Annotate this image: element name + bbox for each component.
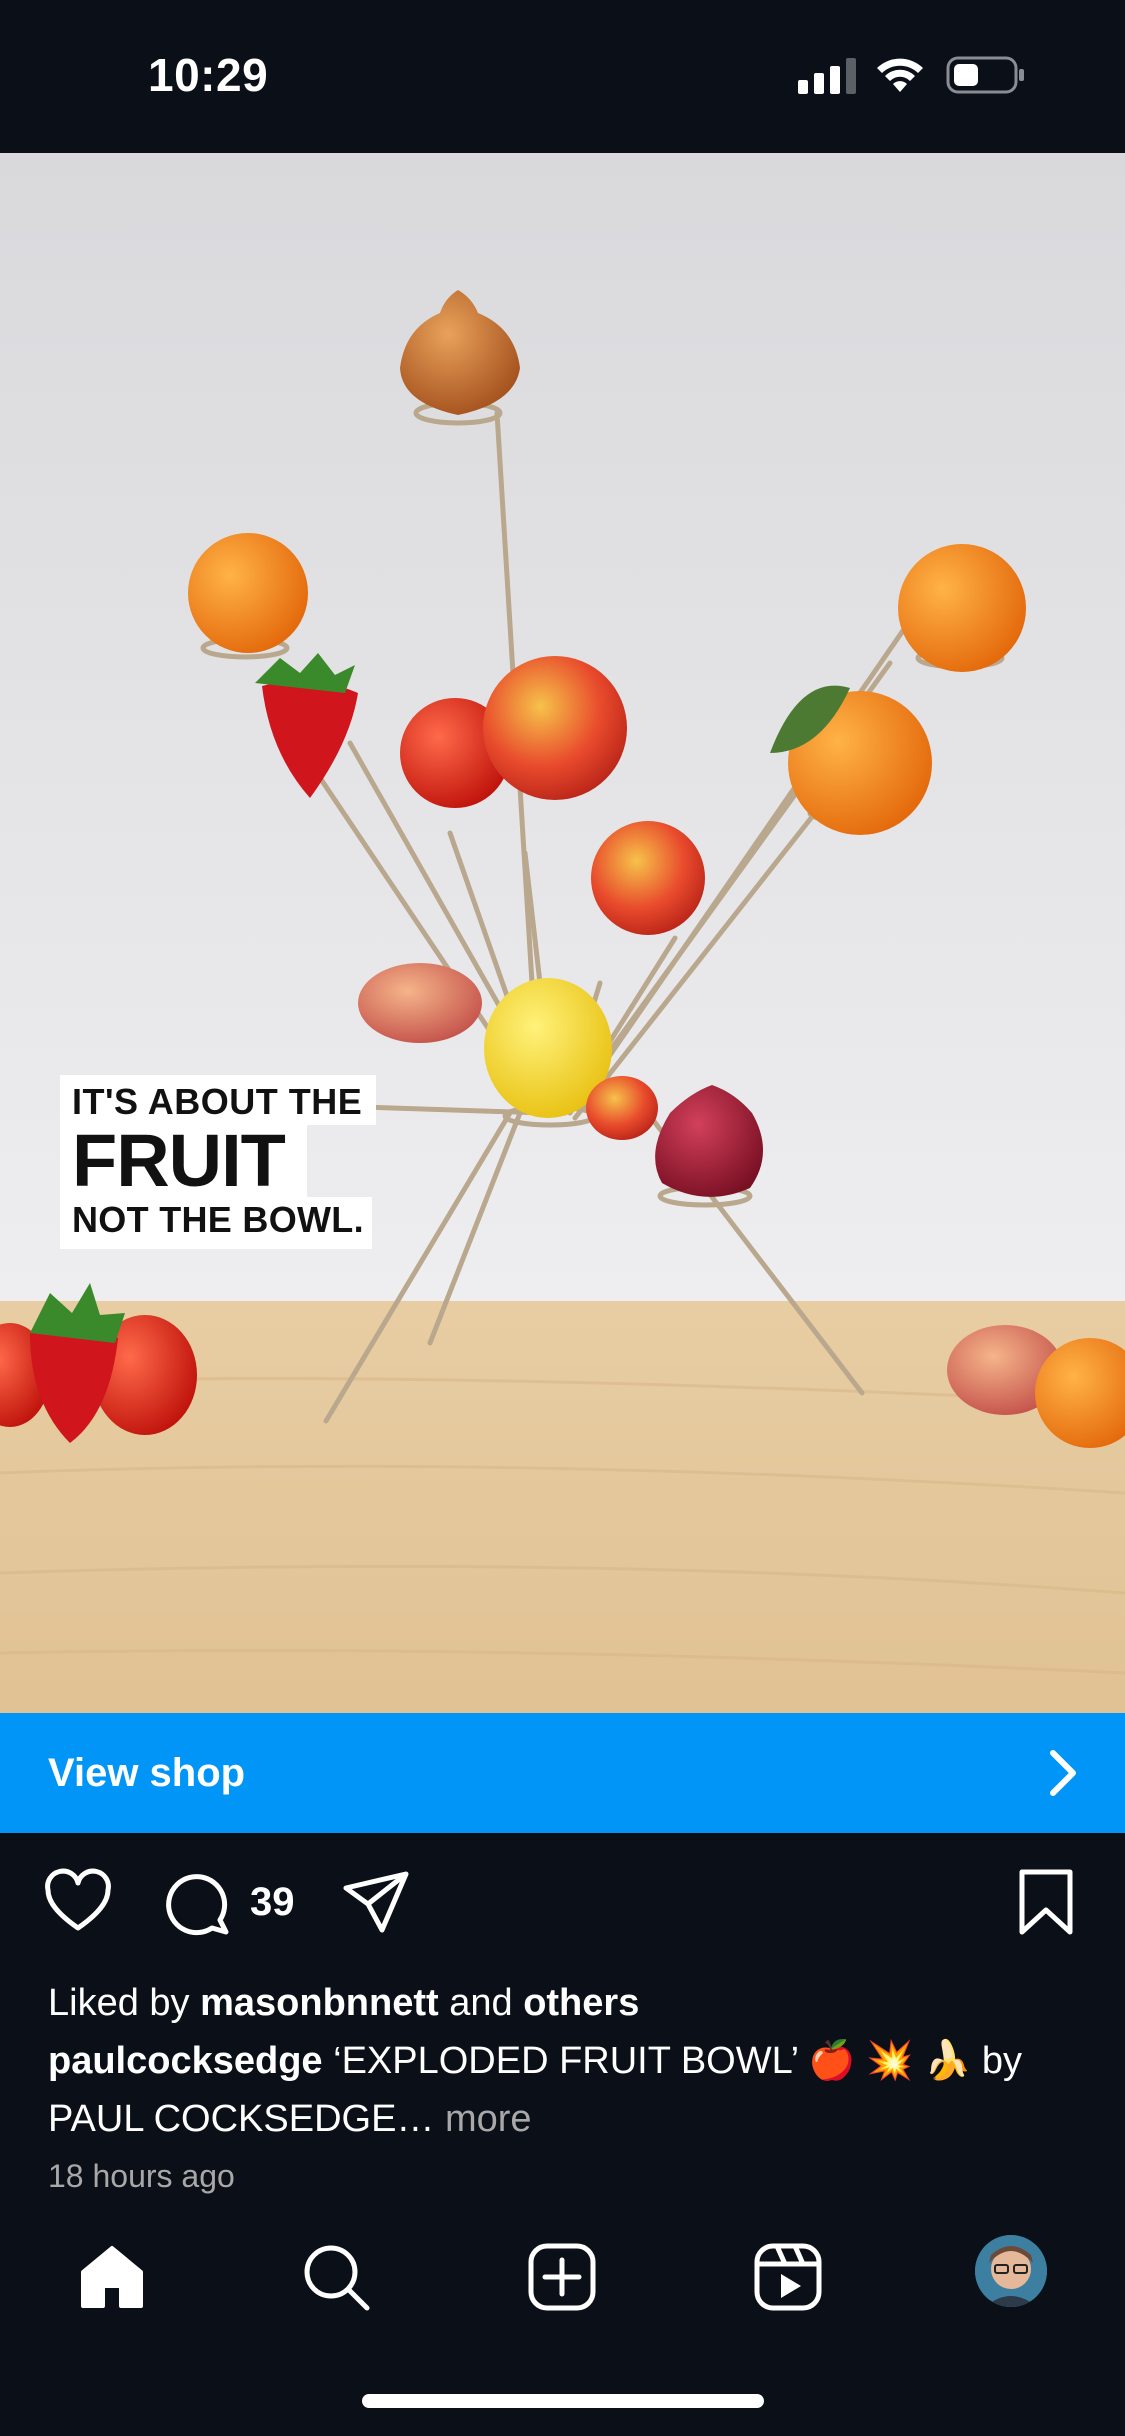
post-image[interactable]: IT'S ABOUT THE FRUIT NOT THE BOWL. bbox=[0, 153, 1125, 1713]
tab-profile-avatar[interactable] bbox=[975, 2235, 1047, 2307]
search-icon bbox=[304, 2245, 370, 2311]
home-indicator[interactable] bbox=[362, 2394, 764, 2408]
tab-home[interactable] bbox=[72, 2237, 152, 2317]
caption-body: paulcocksedge ‘EXPLODED FRUIT BOWL’ 🍎 💥 … bbox=[48, 2032, 1088, 2148]
post-actions: 39 bbox=[0, 1866, 1125, 1946]
tab-create[interactable] bbox=[522, 2237, 602, 2317]
avatar bbox=[975, 2235, 1047, 2307]
image-text-overlay: IT'S ABOUT THE FRUIT NOT THE BOWL. bbox=[60, 1075, 377, 1249]
chevron-right-icon bbox=[1050, 1750, 1076, 1796]
view-shop-button[interactable]: View shop bbox=[0, 1713, 1125, 1833]
overlay-line-1: IT'S ABOUT THE bbox=[60, 1075, 377, 1125]
overlay-line-2: FRUIT bbox=[60, 1124, 307, 1198]
liked-by-user[interactable]: masonbnnett bbox=[200, 1982, 439, 2024]
paper-plane-icon[interactable] bbox=[340, 1866, 412, 1938]
comment-icon[interactable] bbox=[162, 1866, 234, 1938]
view-shop-label: View shop bbox=[48, 1750, 246, 1795]
cellular-signal-icon bbox=[798, 58, 856, 94]
caption-author[interactable]: paulcocksedge bbox=[48, 2040, 323, 2082]
caption-more-link[interactable]: more bbox=[445, 2098, 532, 2140]
home-icon bbox=[81, 2246, 143, 2308]
status-bar: 10:29 bbox=[0, 0, 1125, 153]
bookmark-icon[interactable] bbox=[1010, 1866, 1082, 1938]
tab-search[interactable] bbox=[296, 2237, 376, 2317]
fruit-bowl-photo bbox=[0, 153, 1125, 1713]
overlay-line-3: NOT THE BOWL. bbox=[60, 1197, 372, 1249]
create-icon bbox=[528, 2243, 596, 2311]
liked-by-prefix: Liked by bbox=[48, 1982, 201, 2024]
liked-by-line: Liked by masonbnnett and others bbox=[48, 1974, 1088, 2032]
liked-by-others[interactable]: others bbox=[523, 1982, 639, 2024]
wifi-icon bbox=[877, 58, 923, 92]
status-time: 10:29 bbox=[148, 49, 269, 101]
liked-by-mid: and bbox=[438, 1982, 524, 2024]
post-caption: Liked by masonbnnett and others paulcock… bbox=[48, 1974, 1088, 2148]
comment-count[interactable]: 39 bbox=[250, 1880, 295, 1925]
tab-reels[interactable] bbox=[748, 2237, 828, 2317]
heart-icon[interactable] bbox=[42, 1866, 114, 1938]
battery-icon bbox=[946, 56, 1024, 94]
post-timestamp: 18 hours ago bbox=[48, 2158, 235, 2194]
reels-icon bbox=[754, 2243, 822, 2311]
